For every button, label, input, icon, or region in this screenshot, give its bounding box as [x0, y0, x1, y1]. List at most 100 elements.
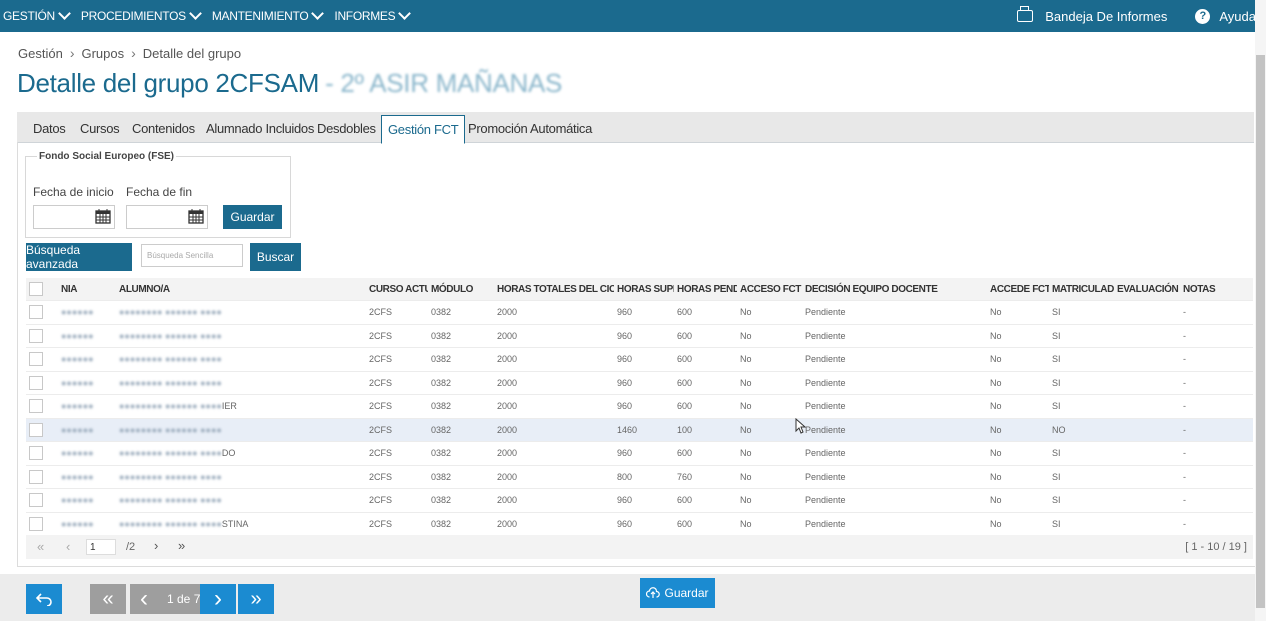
table-row[interactable]: ●●●●●● ●●●●●●●● ●●●●●● ●●●● 2CFS 0382 2000 96… [26, 347, 1253, 371]
pager-page-input[interactable]: 1 [86, 539, 116, 555]
fse-save-button[interactable]: Guardar [223, 205, 282, 229]
menu-informes[interactable]: INFORMES [334, 6, 413, 23]
scrollbar-thumb[interactable] [1256, 55, 1265, 608]
footer-first-button[interactable]: « [90, 584, 126, 614]
cell-notas: - [1180, 370, 1253, 395]
mouse-cursor-icon [795, 418, 807, 434]
row-checkbox[interactable] [29, 375, 43, 390]
cell-evaluacion [1114, 370, 1180, 395]
reports-tray-link[interactable]: Bandeja De Informes [1017, 6, 1167, 24]
cell-modulo: 0382 [428, 347, 494, 371]
table-row[interactable]: ●●●●●● ●●●●●●●● ●●●●●● ●●●● 2CFS 0382 2000 14… [26, 417, 1253, 442]
end-date-field[interactable] [126, 205, 208, 229]
column-header[interactable]: NIA [58, 278, 116, 301]
redacted-name: ●●●●●●●● ●●●●●● ●●●● [119, 495, 222, 506]
row-checkbox[interactable] [29, 493, 43, 508]
tab-alumnado-incluidos[interactable]: Alumnado Incluidos [206, 121, 314, 136]
row-checkbox[interactable] [29, 516, 43, 531]
cell-acceso: No [737, 511, 802, 535]
cell-matriculado: SI [1049, 323, 1114, 348]
table-row[interactable]: ●●●●●● ●●●●●●●● ●●●●●● ●●●● 2CFS 0382 2000 80… [26, 464, 1253, 489]
row-checkbox[interactable] [29, 422, 43, 437]
fse-legend: Fondo Social Europeo (FSE) [37, 151, 176, 162]
menu-procedimientos[interactable]: PROCEDIMIENTOS [81, 6, 204, 23]
pager-last-button[interactable]: » [178, 538, 185, 553]
cell-modulo: 0382 [428, 511, 494, 535]
row-checkbox[interactable] [29, 469, 43, 484]
pager-prev-button[interactable]: ‹ [66, 539, 70, 554]
table-row[interactable]: ●●●●●● ●●●●●●●● ●●●●●● ●●●●IER 2CFS 0382 200… [26, 394, 1253, 418]
cell-alumno: ●●●●●●●● ●●●●●● ●●●● [116, 370, 366, 395]
column-header[interactable]: MÓDULO [428, 278, 494, 301]
breadcrumb-gestion[interactable]: Gestión [18, 46, 63, 61]
cell-alumno: ●●●●●●●● ●●●●●● ●●●● [116, 488, 366, 512]
tab-contenidos[interactable]: Contenidos [132, 121, 195, 136]
cell-evaluacion [1114, 511, 1180, 535]
cell-horas-superadas: 960 [614, 394, 674, 418]
pager-first-button[interactable]: « [37, 539, 44, 554]
row-checkbox[interactable] [29, 328, 43, 343]
redacted-nia: ●●●●●● [61, 448, 94, 459]
breadcrumb-grupos[interactable]: Grupos [81, 46, 124, 61]
column-header[interactable]: DECISIÓN EQUIPO DOCENTE [802, 278, 987, 301]
table-row[interactable]: ●●●●●● ●●●●●●●● ●●●●●● ●●●●DO 2CFS 0382 2000… [26, 441, 1253, 465]
footer-last-button[interactable]: » [238, 584, 274, 614]
column-header[interactable]: EVALUACIÓN [1114, 278, 1180, 301]
table-row[interactable]: ●●●●●● ●●●●●●●● ●●●●●● ●●●● 2CFS 0382 2000 96… [26, 300, 1253, 324]
pager-next-button[interactable]: › [154, 538, 158, 553]
cell-alumno: ●●●●●●●● ●●●●●● ●●●● [116, 417, 366, 442]
footer-save-button[interactable]: Guardar [640, 578, 715, 608]
back-button[interactable] [26, 584, 62, 614]
start-date-field[interactable] [33, 205, 115, 229]
tab-desdobles[interactable]: Desdobles [317, 121, 376, 136]
table-row[interactable]: ●●●●●● ●●●●●●●● ●●●●●● ●●●●STINA 2CFS 0382 2… [26, 511, 1253, 535]
column-header[interactable]: CURSO ACTUAL [366, 278, 428, 301]
breadcrumb: Gestión › Grupos › Detalle del grupo [18, 45, 241, 61]
table-row[interactable]: ●●●●●● ●●●●●●●● ●●●●●● ●●●● 2CFS 0382 2000 96… [26, 488, 1253, 512]
cell-accede: No [987, 511, 1049, 535]
cell-horas-pendientes: 760 [674, 464, 737, 489]
column-header[interactable]: MATRICULADO [1049, 278, 1114, 301]
calendar-icon[interactable] [95, 209, 111, 224]
cell-matriculado: SI [1049, 464, 1114, 489]
footer-next-button[interactable]: › [200, 584, 236, 614]
table-row[interactable]: ●●●●●● ●●●●●●●● ●●●●●● ●●●● 2CFS 0382 2000 96… [26, 323, 1253, 348]
column-header[interactable]: HORAS SUPERA [614, 278, 674, 301]
row-checkbox[interactable] [29, 446, 43, 461]
footer-prev-button[interactable]: ‹ [140, 585, 148, 613]
cell-decision: Pendiente [802, 488, 987, 512]
advanced-search-button[interactable]: Búsqueda avanzada [26, 243, 132, 271]
menu-gestion[interactable]: GESTIÓN [3, 6, 73, 23]
cell-evaluacion [1114, 417, 1180, 442]
top-navbar: GESTIÓN PROCEDIMIENTOS MANTENIMIENTO INF… [0, 0, 1266, 32]
cell-curso: 2CFS [366, 464, 428, 489]
search-button[interactable]: Buscar [250, 243, 301, 271]
tab-gestion-fct[interactable]: Gestión FCT [381, 115, 466, 144]
tab-datos[interactable]: Datos [33, 121, 66, 136]
calendar-icon[interactable] [188, 209, 204, 224]
tab-promocion-automatica[interactable]: Promoción Automática [468, 121, 592, 136]
cell-notas: - [1180, 488, 1253, 512]
cell-decision: Pendiente [802, 394, 987, 418]
row-checkbox[interactable] [29, 399, 43, 414]
help-link[interactable]: ? Ayuda [1195, 8, 1256, 24]
row-select-cell [26, 370, 58, 395]
column-header[interactable]: ACCEDE FCT [987, 278, 1049, 301]
cell-nia: ●●●●●● [58, 464, 116, 489]
cell-horas-pendientes: 600 [674, 323, 737, 348]
column-header[interactable]: HORAS TOTALES DEL CICLO [494, 278, 614, 301]
select-all-checkbox[interactable] [29, 282, 43, 296]
chevron-right-icon: › [69, 45, 75, 61]
column-header[interactable]: HORAS PENDIE [674, 278, 737, 301]
column-header[interactable]: NOTAS [1180, 278, 1253, 301]
column-header[interactable]: ACCESO FCT [737, 278, 802, 301]
tab-cursos[interactable]: Cursos [80, 121, 120, 136]
menu-mantenimiento[interactable]: MANTENIMIENTO [212, 6, 327, 23]
page-scrollbar[interactable] [1255, 0, 1266, 621]
row-checkbox[interactable] [29, 352, 43, 367]
simple-search-input[interactable]: Búsqueda Sencilla [141, 244, 243, 267]
row-select-cell [26, 417, 58, 442]
column-header[interactable]: ALUMNO/A [116, 278, 366, 301]
row-checkbox[interactable] [29, 305, 43, 320]
table-row[interactable]: ●●●●●● ●●●●●●●● ●●●●●● ●●●● 2CFS 0382 2000 96… [26, 370, 1253, 395]
